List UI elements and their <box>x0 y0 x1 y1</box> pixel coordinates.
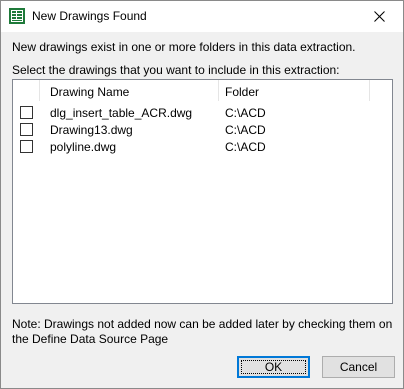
drawing-folder: C:\ACD <box>225 106 266 120</box>
ok-button-label: OK <box>264 360 283 374</box>
cancel-button[interactable]: Cancel <box>322 356 395 378</box>
drawing-name: dlg_insert_table_ACR.dwg <box>50 106 193 120</box>
drawing-folder: C:\ACD <box>225 123 266 137</box>
column-header-folder[interactable]: Folder <box>225 85 259 99</box>
drawing-folder: C:\ACD <box>225 140 266 154</box>
close-icon <box>374 11 385 22</box>
title-bar[interactable]: New Drawings Found <box>1 1 403 32</box>
list-item[interactable]: polyline.dwg C:\ACD <box>13 138 392 155</box>
drawing-name: Drawing13.dwg <box>50 123 133 137</box>
include-checkbox[interactable] <box>20 123 33 136</box>
include-checkbox[interactable] <box>20 106 33 119</box>
data-extraction-app-icon <box>9 8 25 24</box>
list-item[interactable]: Drawing13.dwg C:\ACD <box>13 121 392 138</box>
cancel-button-label: Cancel <box>339 360 378 374</box>
drawing-name: polyline.dwg <box>50 140 117 154</box>
note-text: Note: Drawings not added now can be adde… <box>12 317 393 346</box>
include-checkbox[interactable] <box>20 140 33 153</box>
ok-button[interactable]: OK <box>237 356 310 378</box>
window-title: New Drawings Found <box>32 9 147 23</box>
column-separator[interactable] <box>218 80 219 101</box>
new-drawings-found-dialog: New Drawings Found New drawings exist in… <box>0 0 404 389</box>
column-separator[interactable] <box>39 80 40 101</box>
column-separator[interactable] <box>369 80 370 101</box>
column-header-drawing-name[interactable]: Drawing Name <box>50 85 129 99</box>
list-item[interactable]: dlg_insert_table_ACR.dwg C:\ACD <box>13 104 392 121</box>
instruction-message: Select the drawings that you want to inc… <box>12 63 340 77</box>
list-header: Drawing Name Folder <box>13 80 392 104</box>
close-button[interactable] <box>357 1 403 32</box>
drawings-list[interactable]: Drawing Name Folder dlg_insert_table_ACR… <box>12 79 393 304</box>
info-message: New drawings exist in one or more folder… <box>12 40 356 54</box>
